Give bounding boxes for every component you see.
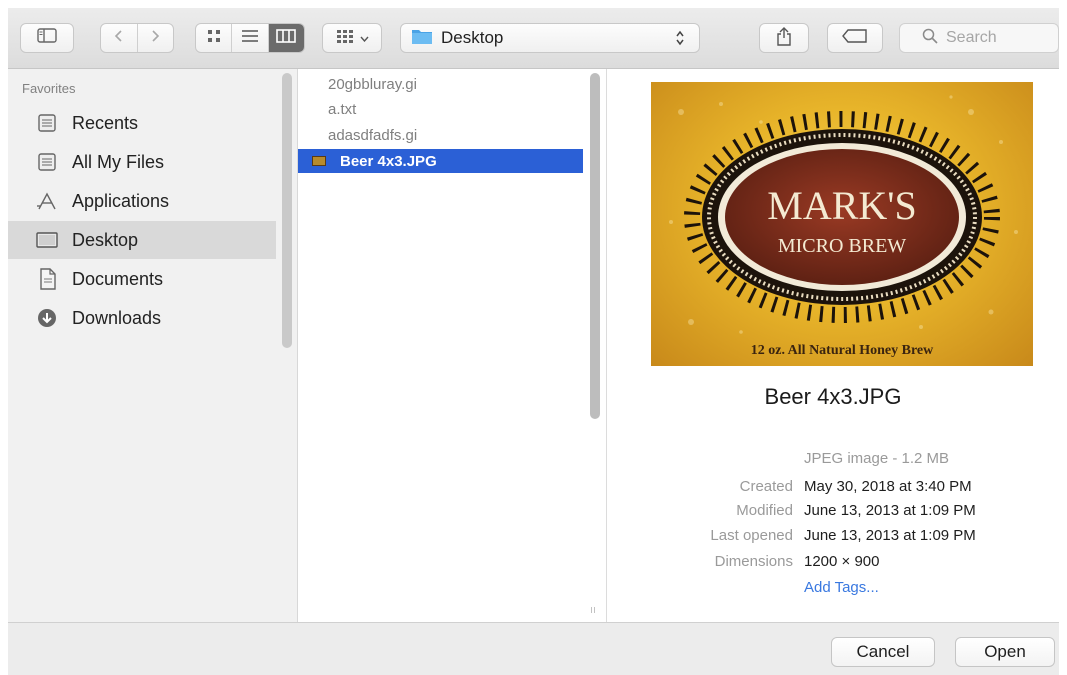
- share-button[interactable]: [759, 23, 809, 53]
- list-view-button[interactable]: [232, 24, 269, 52]
- tag-button[interactable]: [827, 23, 883, 53]
- sidebar-item-desktop[interactable]: Desktop: [8, 221, 276, 259]
- file-column-scrollbar[interactable]: [590, 73, 600, 419]
- meta-key: Created: [739, 478, 793, 495]
- file-name: adasdfadfs.gi: [328, 126, 418, 144]
- meta-row-last-opened: Last opened June 13, 2013 at 1:09 PM: [607, 527, 1059, 551]
- share-icon: [776, 26, 792, 51]
- chevron-down-icon: [359, 29, 369, 47]
- recents-icon: [36, 112, 58, 134]
- sidebar-item-label: Downloads: [72, 307, 162, 328]
- meta-row-created: Created May 30, 2018 at 3:40 PM: [607, 478, 1059, 502]
- file-column: 20gbbluray.gi a.txt adasdfadfs.gi Beer 4…: [298, 69, 607, 622]
- file-name: Beer 4x3.JPG: [340, 152, 437, 170]
- arrange-grid-icon: [336, 29, 356, 48]
- file-name: a.txt: [328, 100, 357, 118]
- arrange-button[interactable]: [322, 23, 382, 53]
- label-title-text: MARK'S: [767, 183, 916, 228]
- meta-key: Last opened: [710, 527, 793, 544]
- forward-button[interactable]: [138, 24, 174, 52]
- meta-value: 1200 × 900: [804, 553, 880, 570]
- sidebar-item-applications[interactable]: Applications: [8, 182, 276, 220]
- preview-image: MARK'S MICRO BREW 12 oz. All Natural Hon…: [651, 82, 1033, 366]
- meta-row-dimensions: Dimensions 1200 × 900: [607, 553, 1059, 577]
- desktop-icon: [36, 229, 58, 251]
- file-item[interactable]: adasdfadfs.gi: [298, 123, 583, 147]
- column-view-icon: [276, 28, 297, 48]
- back-button[interactable]: [101, 24, 138, 52]
- search-field[interactable]: Search: [899, 23, 1059, 53]
- all-files-icon: [36, 151, 58, 173]
- preview-file-name: Beer 4x3.JPG: [764, 384, 902, 409]
- column-resize-handle[interactable]: ıı: [590, 604, 596, 616]
- sidebar-item-recents[interactable]: Recents: [8, 104, 276, 142]
- sidebar-item-label: Recents: [72, 112, 139, 133]
- file-name: 20gbbluray.gi: [328, 75, 417, 93]
- meta-key: Modified: [736, 502, 793, 519]
- applications-icon: [36, 190, 58, 212]
- meta-value: May 30, 2018 at 3:40 PM: [804, 478, 972, 495]
- up-down-chevron-icon: [675, 30, 685, 51]
- meta-row-modified: Modified June 13, 2013 at 1:09 PM: [607, 502, 1059, 526]
- view-mode-group: [195, 23, 305, 53]
- sidebar: Favorites Recents All My Files Applicati…: [8, 69, 298, 622]
- location-label: Desktop: [441, 28, 504, 47]
- chevron-right-icon: [150, 29, 160, 48]
- file-kind: JPEG image - 1.2 MB: [804, 450, 950, 467]
- sidebar-toggle-icon: [37, 28, 57, 48]
- sidebar-item-label: Documents: [72, 268, 164, 289]
- icon-view-button[interactable]: [196, 24, 233, 52]
- sidebar-item-documents[interactable]: Documents: [8, 260, 276, 298]
- favorites-section-title: Favorites: [22, 81, 76, 96]
- meta-key: Dimensions: [714, 553, 793, 570]
- back-forward-group: [100, 23, 174, 53]
- chevron-left-icon: [114, 29, 124, 48]
- list-view-icon: [241, 29, 259, 48]
- file-item[interactable]: a.txt: [298, 97, 583, 121]
- column-view-button[interactable]: [268, 24, 304, 52]
- search-icon: [922, 28, 938, 49]
- meta-value: June 13, 2013 at 1:09 PM: [804, 527, 976, 544]
- downloads-icon: [36, 307, 58, 329]
- file-item-selected[interactable]: Beer 4x3.JPG: [298, 149, 583, 173]
- folder-icon: [411, 27, 433, 50]
- documents-icon: [36, 268, 58, 290]
- tag-icon: [842, 28, 868, 48]
- open-button[interactable]: Open: [955, 637, 1055, 667]
- sidebar-item-all-my-files[interactable]: All My Files: [8, 143, 276, 181]
- sidebar-scrollbar[interactable]: [282, 73, 292, 348]
- sidebar-item-label: Applications: [72, 190, 170, 211]
- sidebar-item-downloads[interactable]: Downloads: [8, 299, 276, 337]
- cancel-button[interactable]: Cancel: [831, 637, 935, 667]
- sidebar-item-label: All My Files: [72, 151, 165, 172]
- label-subtitle-text: MICRO BREW: [778, 235, 906, 257]
- search-placeholder: Search: [946, 29, 997, 46]
- bottom-bar: Cancel Open: [8, 622, 1059, 675]
- image-file-icon: [312, 156, 326, 166]
- label-caption-text: 12 oz. All Natural Honey Brew: [751, 343, 934, 358]
- add-tags-link[interactable]: Add Tags...: [804, 579, 879, 596]
- toolbar: Desktop Search: [8, 8, 1059, 69]
- preview-pane: MARK'S MICRO BREW 12 oz. All Natural Hon…: [607, 69, 1059, 622]
- sidebar-item-label: Desktop: [72, 229, 139, 250]
- sidebar-toggle-button[interactable]: [20, 23, 74, 53]
- meta-value: June 13, 2013 at 1:09 PM: [804, 502, 976, 519]
- icon-view-icon: [207, 29, 221, 48]
- file-item[interactable]: 20gbbluray.gi: [298, 72, 583, 96]
- location-popup[interactable]: Desktop: [400, 23, 700, 53]
